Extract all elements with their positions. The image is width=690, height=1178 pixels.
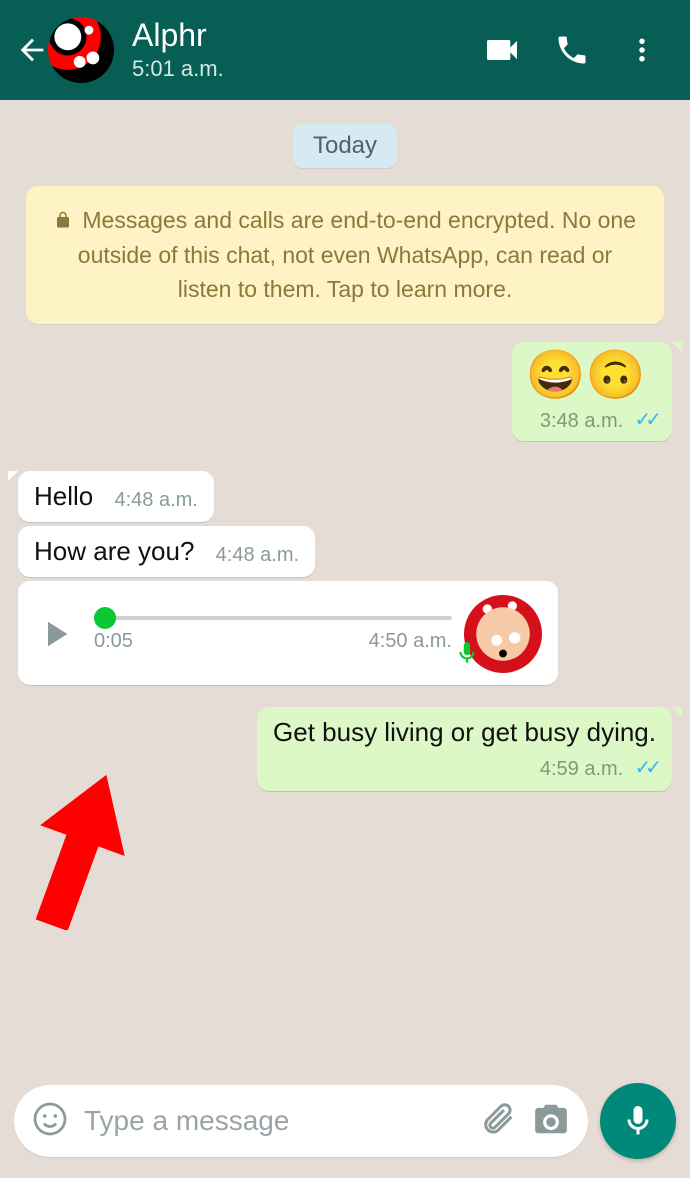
encryption-notice[interactable]: Messages and calls are end-to-end encryp… bbox=[26, 186, 664, 324]
encryption-text: Messages and calls are end-to-end encryp… bbox=[78, 207, 636, 302]
contact-last-seen: 5:01 a.m. bbox=[132, 56, 462, 82]
message-incoming[interactable]: How are you? 4:48 a.m. bbox=[18, 526, 315, 577]
voice-message-incoming[interactable]: 0:05 4:50 a.m. bbox=[18, 581, 558, 685]
message-outgoing[interactable]: Get busy living or get busy dying. 4:59 … bbox=[257, 707, 672, 791]
message-text: Hello bbox=[34, 481, 93, 511]
lock-icon bbox=[54, 206, 72, 239]
voice-progress-knob[interactable] bbox=[94, 607, 116, 629]
record-voice-button[interactable] bbox=[600, 1083, 676, 1159]
message-text: Get busy living or get busy dying. bbox=[273, 717, 656, 747]
message-outgoing[interactable]: 😄🙃 3:48 a.m. ✓✓ bbox=[512, 342, 672, 441]
date-separator: Today bbox=[293, 124, 397, 168]
voice-progress-track[interactable]: 0:05 4:50 a.m. bbox=[94, 614, 452, 654]
mic-icon bbox=[454, 638, 480, 675]
message-time: 3:48 a.m. bbox=[540, 410, 623, 433]
message-emoji: 😄🙃 bbox=[526, 349, 646, 402]
contact-avatar[interactable] bbox=[48, 17, 114, 83]
back-button[interactable] bbox=[12, 30, 52, 70]
video-call-button[interactable] bbox=[472, 20, 532, 80]
message-input-pill bbox=[14, 1085, 588, 1157]
emoji-picker-button[interactable] bbox=[32, 1101, 68, 1142]
voice-duration: 0:05 bbox=[94, 630, 133, 653]
message-time: 4:48 a.m. bbox=[216, 544, 299, 567]
annotation-arrow-icon bbox=[24, 770, 134, 935]
message-time: 4:50 a.m. bbox=[369, 630, 452, 653]
message-incoming[interactable]: Hello 4:48 a.m. bbox=[18, 471, 214, 522]
message-input-bar bbox=[0, 1078, 690, 1178]
contact-name: Alphr bbox=[132, 18, 462, 53]
message-text-input[interactable] bbox=[84, 1105, 464, 1137]
contact-info[interactable]: Alphr 5:01 a.m. bbox=[132, 18, 462, 81]
more-options-button[interactable] bbox=[612, 20, 672, 80]
attach-button[interactable] bbox=[480, 1101, 516, 1142]
read-ticks-icon: ✓✓ bbox=[634, 409, 656, 431]
message-text: How are you? bbox=[34, 536, 194, 566]
chat-header: Alphr 5:01 a.m. bbox=[0, 0, 690, 100]
play-button[interactable] bbox=[28, 607, 82, 661]
message-time: 4:59 a.m. bbox=[540, 758, 623, 781]
voice-call-button[interactable] bbox=[542, 20, 602, 80]
read-ticks-icon: ✓✓ bbox=[634, 757, 656, 779]
camera-button[interactable] bbox=[532, 1100, 570, 1143]
message-time: 4:48 a.m. bbox=[114, 489, 197, 512]
voice-sender-avatar bbox=[464, 595, 542, 673]
chat-scroll-area[interactable]: Today Messages and calls are end-to-end … bbox=[0, 100, 690, 1078]
